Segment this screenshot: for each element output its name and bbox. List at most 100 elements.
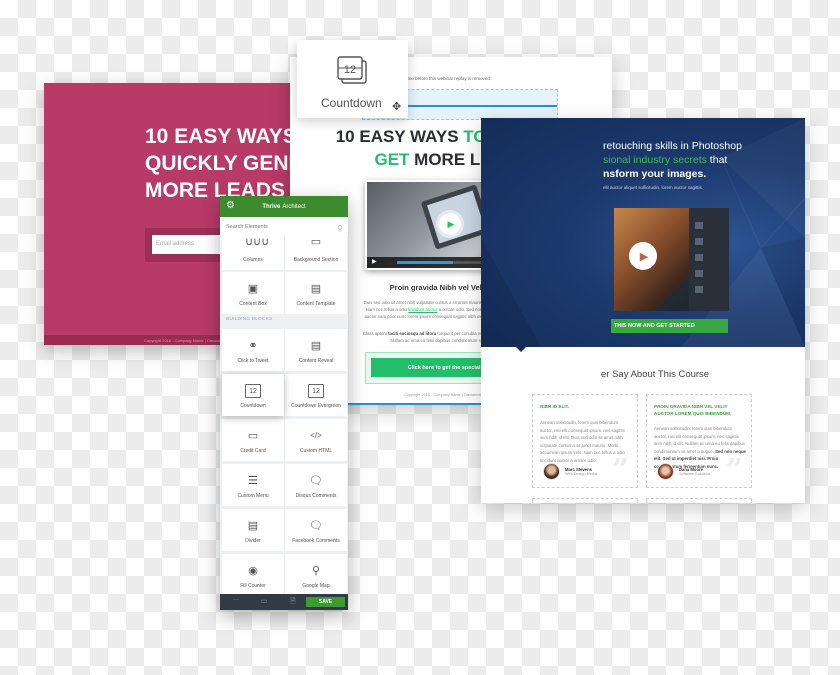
video-progress-fill — [397, 261, 453, 264]
title-highlight: GET — [374, 150, 410, 169]
element-disqus-comments[interactable]: 🗨 Disqus Comments — [285, 464, 347, 506]
countdown-calendar-icon: 12 — [337, 56, 367, 84]
countdown-tile-label: Countdown — [321, 96, 382, 110]
element-label: Click to Tweet — [237, 358, 269, 364]
element-label: Content Reveal — [298, 358, 334, 364]
hero-line: nsform your images. — [603, 168, 707, 180]
countdown-number: 12 — [344, 64, 356, 76]
element-label: Custom Menu — [237, 493, 269, 499]
element-content-box[interactable]: ▣ Content Box — [222, 272, 284, 314]
save-button[interactable]: SAVE — [306, 597, 345, 607]
testimonials-title: er Say About This Course — [601, 369, 710, 380]
hero-pointer — [516, 347, 526, 352]
testimonial-card: NIBH ID ELIT. Aenean sollicitudin, lorem… — [532, 394, 638, 488]
element-label: Content Template — [296, 301, 336, 307]
paragraph-text: Class aptent — [362, 331, 389, 336]
element-credit-card[interactable]: ▭ Credit Card — [222, 419, 284, 461]
element-label: Background Section — [293, 257, 339, 263]
columns-icon: ∪∪∪ — [245, 236, 270, 248]
element-label: Divider — [245, 538, 261, 544]
headline-line: 10 EASY WAYS TO — [145, 125, 304, 148]
element-label: Content Box — [239, 301, 267, 307]
content-reveal-icon: ▤ — [310, 340, 322, 352]
element-click-to-tweet[interactable]: ⚭ Click to Tweet — [222, 329, 284, 371]
element-google-map[interactable]: ⚲ Google Map — [285, 554, 347, 596]
element-custom-html[interactable]: </> Custom HTML — [285, 419, 347, 461]
hero-subtext: elit auctor aliquet sollicitudin, lorem … — [603, 185, 704, 190]
facebook-comments-icon: 🗨 — [309, 520, 323, 532]
play-icon[interactable]: ▶ — [439, 213, 461, 235]
element-label: Columns — [243, 257, 263, 263]
responsive-view-icon[interactable]: ▭ — [261, 597, 268, 605]
background-section-icon: ▭ — [310, 236, 322, 248]
move-icon[interactable]: ✥ — [392, 100, 401, 113]
fill-counter-icon: ◉ — [248, 565, 258, 577]
testimonial-card-partial — [532, 498, 638, 503]
hero-line: that — [706, 154, 728, 166]
element-countdown-evergreen[interactable]: 12 Countdown Evergreen — [285, 374, 347, 416]
headline-line: QUICKLY GENERATE — [145, 152, 304, 175]
hero-headline: retouching skills in Photoshop sional in… — [603, 139, 742, 181]
element-fill-counter[interactable]: ◉ Fill Counter — [222, 554, 284, 596]
countdown-label: Time before this webinar replay is remov… — [404, 76, 492, 81]
get-started-button[interactable]: THIS NOW AND GET STARTED — [611, 319, 728, 333]
quote-icon: ” — [725, 453, 743, 488]
more-options-icon[interactable]: ... — [233, 595, 239, 602]
testimonial-role: Web Design Media — [565, 472, 598, 476]
element-content-reveal[interactable]: ▤ Content Reveal — [285, 329, 347, 371]
right-landing-page-preview: retouching skills in Photoshop sional in… — [481, 118, 805, 503]
sidebar-header: ⚙ Thrive Architect — [220, 196, 348, 217]
building-blocks-heading: BUILDING BLOCKS — [226, 317, 273, 322]
play-icon[interactable]: ▶ — [629, 242, 657, 270]
element-label: Facebook Comments — [292, 538, 340, 544]
brand-bold: Thrive — [262, 203, 281, 210]
photoshop-layers-panel — [689, 208, 729, 311]
credit-card-icon: ▭ — [247, 430, 259, 442]
element-label: Disqus Comments — [295, 493, 337, 499]
map-pin-icon: ⚲ — [311, 565, 321, 577]
element-divider[interactable]: ▤ Divider — [222, 509, 284, 551]
menu-icon: ☰ — [248, 475, 258, 487]
dragged-countdown-element[interactable]: 12 Countdown ✥ — [297, 40, 408, 118]
divider-icon: ▤ — [247, 520, 259, 532]
element-background-section[interactable]: ▭ Background Section — [285, 232, 347, 270]
element-label: Custom HTML — [299, 448, 333, 454]
paragraph-link[interactable]: tincidunt auctor — [408, 307, 437, 312]
element-columns[interactable]: ∪∪∪ Columns — [222, 232, 284, 270]
content-template-icon: ▤ — [310, 283, 322, 295]
hero-line: retouching skills in Photoshop — [603, 140, 742, 152]
element-sidebar: ⚙ ThriveArchitect ⚲ ∪∪∪ Columns ▭ Backgr… — [220, 196, 348, 610]
sidebar-bottom-bar: ... ▭ 🗎 SAVE — [220, 594, 348, 610]
brand-name: Architect — [282, 203, 306, 210]
avatar — [657, 463, 674, 480]
code-icon: </> — [310, 431, 322, 440]
countdown-evergreen-icon: 12 — [308, 384, 324, 398]
paragraph-bold: taciti sociosqu ad litora — [388, 331, 437, 336]
element-facebook-comments[interactable]: 🗨 Facebook Comments — [285, 509, 347, 551]
testimonial-heading: NIBH ID ELIT. — [540, 404, 570, 409]
hero-highlight: sional industry secrets — [603, 154, 707, 166]
page-settings-icon[interactable]: 🗎 — [290, 597, 296, 608]
testimonial-card-partial — [646, 498, 752, 503]
avatar — [543, 463, 560, 480]
disqus-icon: 🗨 — [309, 475, 323, 487]
quote-icon: ” — [611, 453, 629, 488]
element-label: Google Map — [302, 583, 330, 589]
element-label: Fill Counter — [240, 583, 266, 589]
testimonial-card: PROIN GRAVIDA NIBH VEL VELIT AUCTOR LORE… — [646, 394, 752, 488]
testimonial-heading: PROIN GRAVIDA NIBH VEL VELIT AUCTOR LORE… — [654, 404, 732, 416]
element-custom-menu[interactable]: ☰ Custom Menu — [222, 464, 284, 506]
element-label: Credit Card — [240, 448, 266, 454]
element-countdown[interactable]: 12 Countdown — [222, 374, 284, 416]
course-video[interactable]: ▶ — [614, 208, 729, 311]
element-label: Countdown Evergreen — [291, 403, 341, 409]
title-text: 10 EASY WAYS — [335, 127, 464, 146]
countdown-icon: 12 — [245, 384, 261, 398]
content-box-icon: ▣ — [247, 283, 259, 295]
testimonial-role: Software Solutions — [679, 472, 711, 476]
element-content-template[interactable]: ▤ Content Template — [285, 272, 347, 314]
play-control-icon[interactable]: ▶ — [372, 258, 377, 265]
pink-headline: 10 EASY WAYS TO QUICKLY GENERATE MORE LE… — [145, 123, 304, 204]
gear-icon[interactable]: ⚙ — [226, 200, 235, 211]
twitter-icon: ⚭ — [248, 340, 258, 352]
